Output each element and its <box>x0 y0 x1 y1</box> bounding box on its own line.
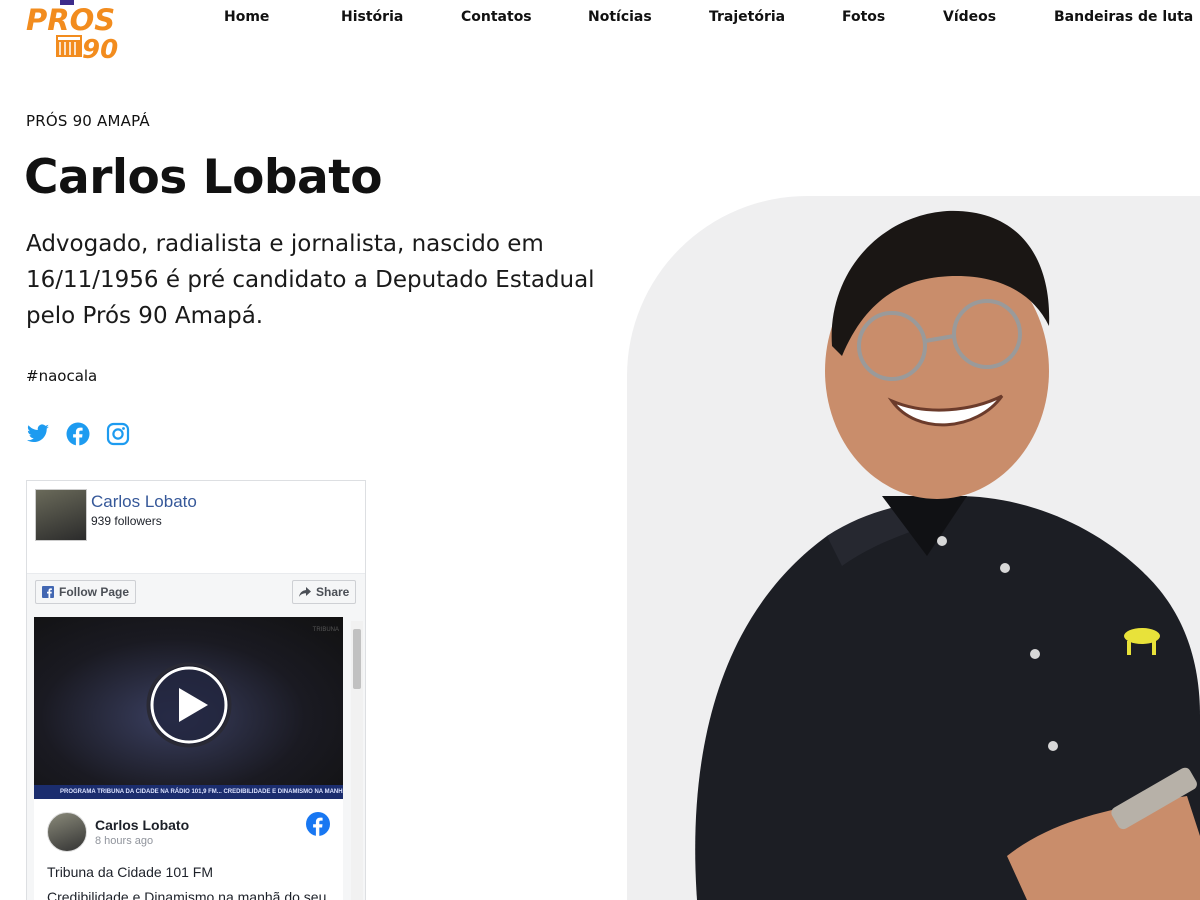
fb-share-label: Share <box>316 585 350 599</box>
fb-video[interactable]: TRIBUNA PROGRAMA TRIBUNA DA CIDADE NA RÁ… <box>34 617 343 799</box>
post-author-name[interactable]: Carlos Lobato <box>95 817 189 833</box>
fb-post: TRIBUNA PROGRAMA TRIBUNA DA CIDADE NA RÁ… <box>34 617 343 900</box>
fb-feed[interactable]: TRIBUNA PROGRAMA TRIBUNA DA CIDADE NA RÁ… <box>27 613 365 900</box>
play-icon[interactable] <box>146 662 232 748</box>
main-nav: Home História Contatos Notícias Trajetór… <box>0 9 1200 29</box>
fb-action-bar: Follow Page Share <box>27 573 365 613</box>
post-timestamp[interactable]: 8 hours ago <box>95 835 153 847</box>
hashtag: #naocala <box>26 367 98 385</box>
fb-follow-label: Follow Page <box>59 585 130 599</box>
fb-share-button[interactable]: Share <box>292 580 357 604</box>
social-links <box>26 422 130 448</box>
fb-page-avatar[interactable] <box>35 489 87 541</box>
twitter-icon[interactable] <box>26 422 50 446</box>
candidate-photo <box>695 210 1200 900</box>
nav-noticias[interactable]: Notícias <box>588 9 652 25</box>
facebook-page-widget: Carlos Lobato 939 followers Follow Page … <box>26 480 366 900</box>
fb-followers-count: 939 followers <box>91 514 162 528</box>
page-kicker: PRÓS 90 AMAPÁ <box>26 112 150 130</box>
nav-historia[interactable]: História <box>341 9 403 25</box>
fb-feed-scroll-thumb[interactable] <box>353 629 361 689</box>
share-arrow-icon <box>299 586 311 597</box>
nav-fotos[interactable]: Fotos <box>842 9 885 25</box>
logo-text-bottom: 90 <box>82 35 118 62</box>
nav-trajetoria[interactable]: Trajetória <box>709 9 785 25</box>
nav-videos[interactable]: Vídeos <box>943 9 996 25</box>
nav-home[interactable]: Home <box>224 9 269 25</box>
fb-follow-page-button[interactable]: Follow Page <box>35 580 137 604</box>
post-author-avatar[interactable] <box>47 812 87 852</box>
nav-bandeiras-de-luta[interactable]: Bandeiras de luta <box>1054 9 1193 25</box>
instagram-icon[interactable] <box>106 422 130 446</box>
logo-flag-mark <box>56 35 82 57</box>
post-text-line-2: Credibilidade e Dinamismo na manhã do se… <box>47 889 327 900</box>
fb-page-name[interactable]: Carlos Lobato <box>91 492 197 512</box>
facebook-square-icon <box>42 586 54 598</box>
video-caption-banner: PROGRAMA TRIBUNA DA CIDADE NA RÁDIO 101,… <box>34 785 343 799</box>
fb-widget-header: Carlos Lobato 939 followers <box>27 481 365 573</box>
fb-feed-scrollbar[interactable] <box>351 621 363 900</box>
page-title: Carlos Lobato <box>24 150 382 205</box>
post-text-line-1: Tribuna da Cidade 101 FM <box>47 864 214 880</box>
facebook-logo-icon[interactable] <box>306 812 330 836</box>
facebook-icon[interactable] <box>66 422 90 446</box>
video-brand-watermark: TRIBUNA <box>312 627 339 633</box>
candidate-description: Advogado, radialista e jornalista, nasci… <box>26 231 595 329</box>
nav-contatos[interactable]: Contatos <box>461 9 532 25</box>
